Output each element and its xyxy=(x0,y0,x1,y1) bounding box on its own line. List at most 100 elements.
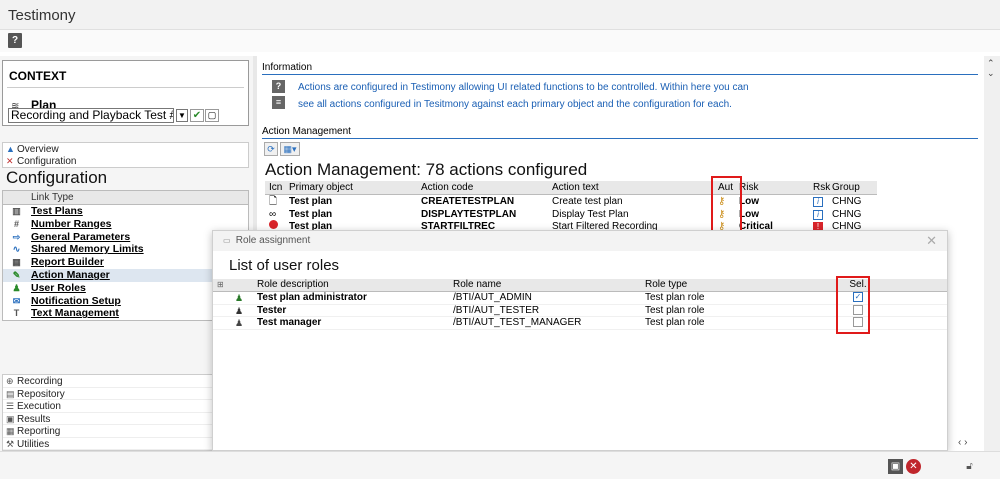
column-header-action-text[interactable]: Action text xyxy=(552,181,599,194)
link-label: Text Management xyxy=(31,307,119,320)
primary-object-cell: Test plan xyxy=(289,208,333,220)
link-number-ranges[interactable]: # Number Ranges xyxy=(3,218,248,231)
utilities-icon: ⚒ xyxy=(6,438,15,449)
dialog-heading: List of user roles xyxy=(229,257,340,274)
save-icon[interactable]: ▣ xyxy=(888,459,903,474)
aut-column-highlight xyxy=(711,176,742,236)
nav-item-label: Repository xyxy=(17,388,65,400)
new-document-icon[interactable]: ▢ xyxy=(205,109,219,122)
document-icon: 🗋 xyxy=(269,196,278,207)
role-name-cell: /BTI/AUT_ADMIN xyxy=(453,292,532,303)
role-assignment-dialog: ▭ Role assignment ✕ List of user roles ⊞… xyxy=(212,230,948,451)
role-type-cell: Test plan role xyxy=(645,317,705,328)
close-icon[interactable]: ✕ xyxy=(926,233,937,249)
column-header-rsk[interactable]: Rsk xyxy=(813,181,830,194)
plan-select[interactable]: Recording and Playback Test #3 xyxy=(8,108,174,123)
shared-memory-icon: ∿ xyxy=(12,244,21,255)
group-cell: CHNG xyxy=(832,196,862,207)
nav-item-configuration[interactable]: ✕ Configuration xyxy=(3,155,248,167)
help-icon[interactable]: ? xyxy=(8,33,22,48)
nav-item-label: Configuration xyxy=(17,156,77,167)
layout-icon[interactable]: ▦▾ xyxy=(280,142,300,156)
information-icons: ? ≡ xyxy=(272,80,285,112)
column-header-role-description[interactable]: Role description xyxy=(257,279,329,292)
table-row[interactable]: ∞ Test plan DISPLAYTESTPLAN Display Test… xyxy=(265,208,877,221)
column-header-icn[interactable]: Icn xyxy=(269,181,287,194)
link-label: User Roles xyxy=(31,281,86,294)
select-all-icon[interactable]: ⊞ xyxy=(217,279,224,292)
repository-icon: ▤ xyxy=(6,388,15,399)
chevron-down-icon[interactable]: ▼ xyxy=(176,109,188,122)
user-roles-icon: ♟ xyxy=(12,282,21,293)
action-table-header: Icn Primary object Action code Action te… xyxy=(265,181,877,195)
link-label: Number Ranges xyxy=(31,217,112,230)
nav-item-label: Overview xyxy=(17,144,59,155)
nav-item-label: Execution xyxy=(17,401,61,412)
link-label: Shared Memory Limits xyxy=(31,243,144,256)
information-line: Actions are configured in Testimony allo… xyxy=(298,82,749,93)
confirm-check-icon[interactable]: ✔ xyxy=(190,109,204,122)
action-text-cell: Display Test Plan xyxy=(552,208,629,220)
nav-item-overview[interactable]: ▲ Overview xyxy=(3,143,248,155)
column-header-role-type[interactable]: Role type xyxy=(645,279,687,292)
scroll-down-icon[interactable]: ⌄ xyxy=(987,68,995,79)
link-label: Report Builder xyxy=(31,256,104,269)
dialog-icon: ▭ xyxy=(223,236,231,245)
top-navigation: ▲ Overview ✕ Configuration xyxy=(2,142,249,168)
primary-object-cell: Test plan xyxy=(289,196,333,207)
link-test-plans[interactable]: ▥ Test Plans xyxy=(3,205,248,218)
overview-icon: ▲ xyxy=(6,144,15,154)
information-section-header: Information xyxy=(262,60,978,75)
link-label: Action Manager xyxy=(31,268,110,281)
action-table: Icn Primary object Action code Action te… xyxy=(265,181,877,233)
tester-user-icon: ♟ xyxy=(235,305,244,316)
notification-icon: ✉ xyxy=(12,295,21,306)
column-header-action-code[interactable]: Action code xyxy=(421,181,473,194)
nav-item-label: Utilities xyxy=(17,438,50,450)
role-description-cell: Tester xyxy=(257,304,287,316)
role-name-cell: /BTI/AUT_TEST_MANAGER xyxy=(453,317,582,328)
info-icon[interactable]: i xyxy=(813,195,823,208)
glasses-icon: ∞ xyxy=(269,208,277,220)
configuration-heading: Configuration xyxy=(6,168,108,187)
role-type-cell: Test plan role xyxy=(645,304,705,316)
window-titlebar: Testimony xyxy=(0,0,1000,30)
number-ranges-icon: # xyxy=(13,218,19,229)
action-code-cell: CREATETESTPLAN xyxy=(421,196,515,207)
column-header-group[interactable]: Group xyxy=(832,181,860,194)
cancel-icon[interactable]: ✕ xyxy=(906,459,921,474)
report-builder-icon: ▦ xyxy=(12,257,21,268)
status-bar: ▣ ✕ 🔓︎ xyxy=(0,451,1000,479)
main-toolbar: ? xyxy=(0,30,1000,52)
action-management-section-header: Action Management xyxy=(262,124,978,139)
vertical-scrollbar[interactable]: ⌃ ⌄ xyxy=(984,56,1000,451)
risk-cell: Low xyxy=(739,208,759,220)
column-header-primary-object[interactable]: Primary object xyxy=(289,181,353,194)
table-row[interactable]: 🗋 Test plan CREATETESTPLAN Create test p… xyxy=(265,195,877,208)
action-management-toolbar: ⟳ ▦▾ xyxy=(264,142,302,156)
info-icon[interactable]: i xyxy=(813,208,823,221)
admin-user-icon: ♟ xyxy=(235,293,244,303)
link-label: Test Plans xyxy=(31,205,83,217)
results-icon: ▣ xyxy=(6,413,15,424)
column-header-role-name[interactable]: Role name xyxy=(453,279,501,292)
app-title: Testimony xyxy=(8,7,76,24)
action-management-title: Action Management: 78 actions configured xyxy=(265,160,588,179)
lock-icon[interactable]: 🔓︎ xyxy=(962,459,977,474)
action-text-cell: Create test plan xyxy=(552,196,623,207)
help-icon: ? xyxy=(272,80,285,93)
link-label: General Parameters xyxy=(31,230,131,243)
document-icon: ≡ xyxy=(272,96,285,109)
reporting-icon: ▦ xyxy=(6,426,15,436)
role-type-cell: Test plan role xyxy=(645,292,705,303)
group-cell: CHNG xyxy=(832,208,862,220)
general-parameters-icon: ⇨ xyxy=(12,231,21,242)
horizontal-scroll-arrows[interactable]: ‹ › xyxy=(958,437,967,448)
refresh-icon[interactable]: ⟳ xyxy=(264,142,278,156)
link-label: Notification Setup xyxy=(31,294,121,307)
action-manager-icon: ✎ xyxy=(12,269,21,280)
text-management-icon: T xyxy=(13,308,20,319)
context-divider xyxy=(7,87,244,88)
sel-column-highlight xyxy=(836,276,870,334)
manager-user-icon: ♟ xyxy=(235,318,244,328)
